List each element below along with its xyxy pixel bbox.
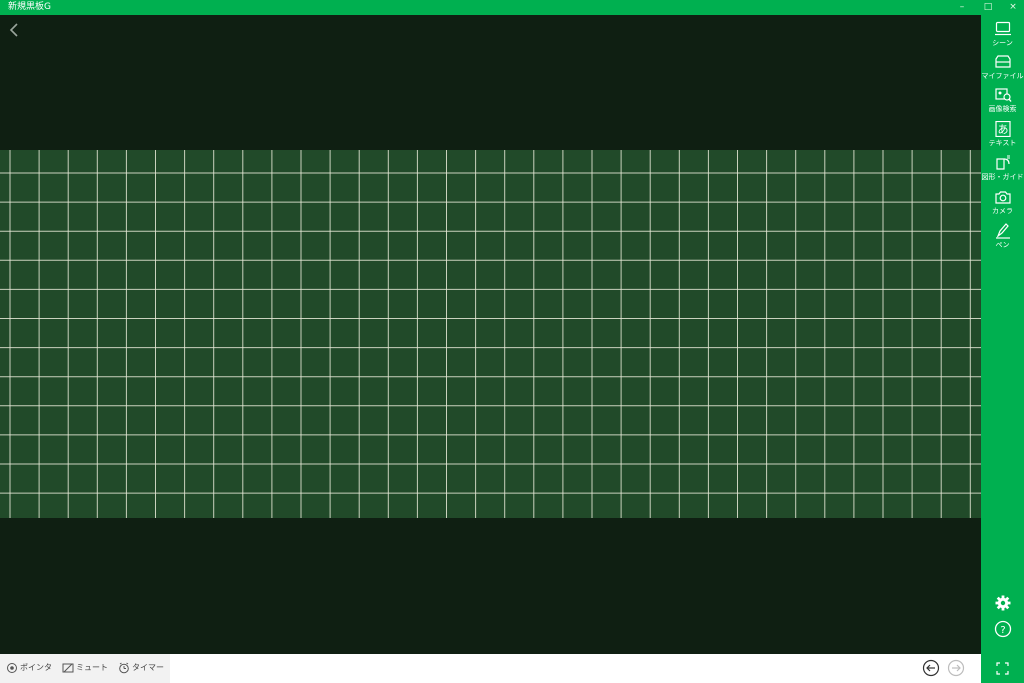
maximize-button[interactable]: □ bbox=[978, 0, 998, 15]
title-bar: 新規黒板G – □ × bbox=[0, 0, 1024, 15]
status-bar: ポインタ ミュート タイマー bbox=[0, 654, 981, 683]
tool-sidebar: シーン マイファイル 画像検索 あ テキスト 図形・ガイド カメラ ペン ? bbox=[981, 15, 1024, 654]
pen-button[interactable]: ペン bbox=[981, 221, 1024, 253]
pointer-label: ポインタ bbox=[20, 663, 52, 672]
camera-icon bbox=[995, 191, 1011, 204]
help-button[interactable]: ? bbox=[993, 619, 1013, 639]
arrow-right-circle-icon bbox=[947, 659, 965, 677]
chevron-left-icon bbox=[9, 23, 18, 37]
pen-icon bbox=[996, 223, 1010, 239]
myfile-label: マイファイル bbox=[981, 72, 1024, 80]
pointer-icon bbox=[7, 663, 17, 673]
camera-button[interactable]: カメラ bbox=[981, 187, 1024, 219]
image-search-label: 画像検索 bbox=[988, 105, 1017, 113]
scene-icon bbox=[995, 21, 1011, 36]
timer-icon bbox=[119, 662, 129, 674]
mute-icon bbox=[62, 663, 74, 673]
timer-label: タイマー bbox=[132, 663, 164, 672]
app-title: 新規黒板G bbox=[8, 2, 51, 12]
fullscreen-button[interactable] bbox=[981, 654, 1024, 683]
shape-guide-button[interactable]: 図形・ガイド bbox=[981, 153, 1024, 185]
canvas-area[interactable] bbox=[0, 15, 981, 654]
blackboard[interactable] bbox=[0, 150, 981, 518]
status-controls: ポインタ ミュート タイマー bbox=[0, 654, 170, 683]
next-page-button[interactable] bbox=[947, 659, 965, 677]
help-glyph: ? bbox=[1000, 625, 1005, 636]
pointer-button[interactable]: ポインタ bbox=[6, 654, 56, 683]
help-icon: ? bbox=[994, 620, 1012, 638]
timer-button[interactable]: タイマー bbox=[118, 654, 168, 683]
arrow-left-circle-icon bbox=[922, 659, 940, 677]
back-button[interactable] bbox=[6, 21, 24, 39]
fullscreen-icon bbox=[996, 662, 1009, 675]
text-label: テキスト bbox=[988, 139, 1017, 147]
settings-button[interactable] bbox=[993, 593, 1013, 613]
myfile-button[interactable]: マイファイル bbox=[981, 52, 1024, 84]
blackboard-grid bbox=[0, 150, 981, 518]
scene-button[interactable]: シーン bbox=[981, 19, 1024, 51]
minimize-button[interactable]: – bbox=[952, 0, 972, 15]
text-glyph: あ bbox=[998, 123, 1009, 136]
image-search-button[interactable]: 画像検索 bbox=[981, 85, 1024, 117]
close-button[interactable]: × bbox=[1003, 0, 1023, 15]
shape-guide-label: 図形・ガイド bbox=[981, 173, 1024, 181]
shape-icon bbox=[996, 155, 1010, 170]
text-button[interactable]: あ テキスト bbox=[981, 119, 1024, 151]
scene-label: シーン bbox=[992, 39, 1013, 47]
mute-button[interactable]: ミュート bbox=[62, 654, 112, 683]
camera-label: カメラ bbox=[992, 207, 1013, 215]
pen-label: ペン bbox=[995, 241, 1010, 249]
previous-page-button[interactable] bbox=[922, 659, 940, 677]
mute-label: ミュート bbox=[76, 663, 108, 672]
folder-icon bbox=[995, 55, 1011, 68]
text-icon: あ bbox=[995, 121, 1011, 137]
image-search-icon bbox=[995, 88, 1012, 102]
gear-icon bbox=[995, 595, 1011, 611]
